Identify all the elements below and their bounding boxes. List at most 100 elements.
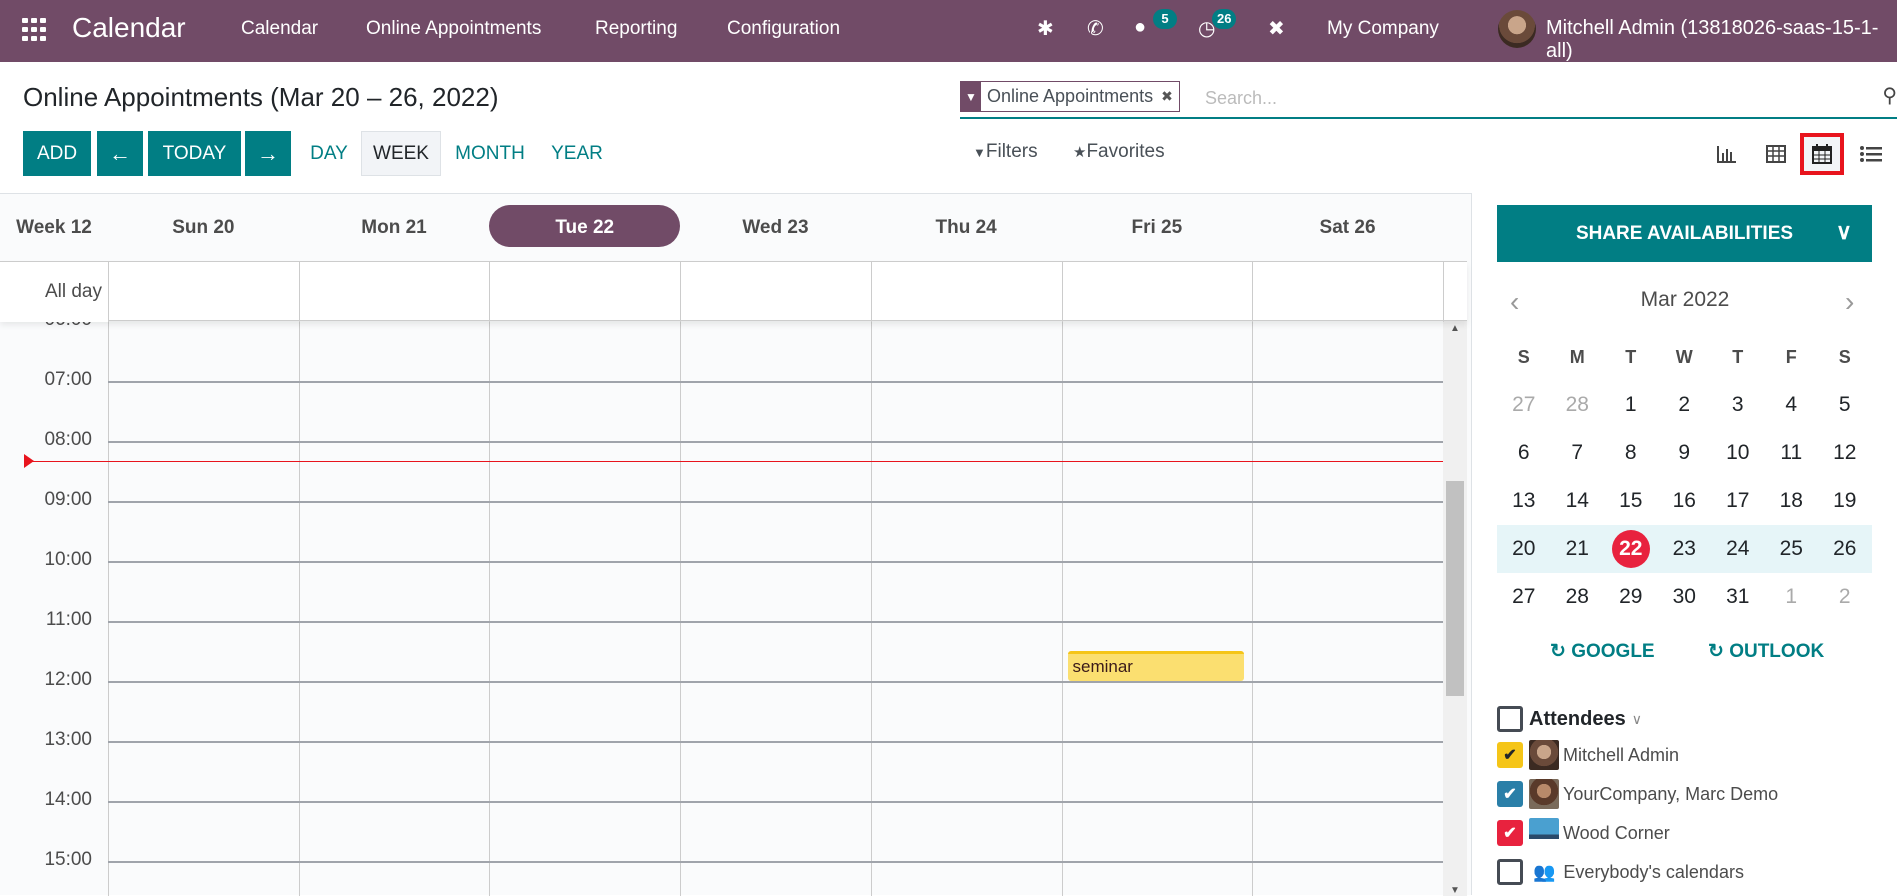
tools-icon[interactable]: ✖ — [1268, 16, 1285, 41]
day-header[interactable]: Sun 20 — [108, 194, 299, 261]
today-button[interactable]: TODAY — [148, 131, 241, 176]
mini-calendar-day[interactable]: 2 — [1818, 585, 1872, 609]
favorites-button[interactable]: ★Favorites — [1073, 141, 1165, 163]
mini-calendar-day[interactable]: 6 — [1497, 441, 1551, 465]
prev-month-icon[interactable]: ‹ — [1510, 286, 1519, 318]
hour-label: 13:00 — [0, 729, 92, 751]
week-row: 272812345 — [1497, 381, 1872, 429]
mini-calendar-day[interactable]: 2 — [1658, 393, 1712, 417]
day-header[interactable]: Mon 21 — [299, 194, 490, 261]
mini-calendar-day[interactable]: 22 — [1604, 530, 1658, 568]
mini-calendar-day[interactable]: 5 — [1818, 393, 1872, 417]
calendar-scrollbar[interactable]: ▲ ▼ — [1443, 321, 1467, 896]
attendee-filter[interactable]: 👥Everybody's calendars — [1497, 854, 1877, 890]
scale-day[interactable]: DAY — [304, 131, 354, 176]
mini-calendar-day[interactable]: 28 — [1551, 393, 1605, 417]
mini-calendar-day[interactable]: 16 — [1658, 489, 1712, 513]
mini-calendar-day[interactable]: 12 — [1818, 441, 1872, 465]
search-icon[interactable]: ⚲ — [1882, 83, 1897, 108]
mini-calendar-day[interactable]: 1 — [1604, 393, 1658, 417]
sync-outlook-button[interactable]: ↻ OUTLOOK — [1708, 640, 1824, 663]
calendar-event[interactable]: seminar — [1068, 651, 1245, 681]
mini-calendar-day[interactable]: 10 — [1711, 441, 1765, 465]
mini-calendar-day[interactable]: 14 — [1551, 489, 1605, 513]
hour-label: 10:00 — [0, 549, 92, 571]
mini-calendar-day[interactable]: 26 — [1818, 537, 1872, 561]
scroll-up-icon[interactable]: ▲ — [1450, 323, 1460, 334]
mini-calendar-day[interactable]: 31 — [1711, 585, 1765, 609]
add-button[interactable]: ADD — [23, 131, 91, 176]
user-avatar[interactable] — [1498, 10, 1536, 48]
view-graph-button[interactable] — [1705, 133, 1749, 175]
mini-calendar-day[interactable]: 8 — [1604, 441, 1658, 465]
mini-calendar-day[interactable]: 3 — [1711, 393, 1765, 417]
company-switcher[interactable]: My Company — [1327, 18, 1439, 40]
scroll-thumb[interactable] — [1446, 481, 1464, 696]
mini-calendar-day[interactable]: 20 — [1497, 537, 1551, 561]
apps-grid-icon[interactable] — [22, 18, 48, 42]
mini-calendar-day[interactable]: 28 — [1551, 585, 1605, 609]
menu-reporting[interactable]: Reporting — [595, 18, 677, 40]
scale-week[interactable]: WEEK — [361, 131, 441, 176]
day-header[interactable]: Fri 25 — [1062, 194, 1253, 261]
menu-online-appointments[interactable]: Online Appointments — [366, 18, 541, 40]
day-header[interactable]: Tue 22 — [489, 194, 680, 261]
attendee-checkbox[interactable]: ✔ — [1497, 742, 1523, 768]
view-list-button[interactable] — [1849, 133, 1893, 175]
filters-button[interactable]: ▼Filters — [973, 141, 1038, 163]
bug-icon[interactable]: ✱ — [1037, 16, 1054, 41]
mini-calendar-day[interactable]: 27 — [1497, 585, 1551, 609]
mini-calendar-day[interactable]: 11 — [1765, 441, 1819, 465]
scale-year[interactable]: YEAR — [545, 131, 609, 176]
mini-calendar-day[interactable]: 30 — [1658, 585, 1712, 609]
share-availabilities-button[interactable]: SHARE AVAILABILITIES ∨ — [1497, 205, 1872, 262]
next-month-icon[interactable]: › — [1845, 286, 1854, 318]
mini-calendar-day[interactable]: 25 — [1765, 537, 1819, 561]
day-header[interactable]: Sat 26 — [1252, 194, 1443, 261]
view-calendar-button[interactable] — [1800, 133, 1844, 175]
remove-facet-icon[interactable]: ✖ — [1161, 88, 1173, 105]
mini-calendar-day[interactable]: 18 — [1765, 489, 1819, 513]
mini-calendar-day[interactable]: 7 — [1551, 441, 1605, 465]
attendee-filter[interactable]: ✔Wood Corner — [1497, 815, 1877, 851]
mini-calendar-day[interactable]: 4 — [1765, 393, 1819, 417]
menu-configuration[interactable]: Configuration — [727, 18, 840, 40]
next-button[interactable]: → — [245, 131, 291, 176]
mini-calendar-day[interactable]: 13 — [1497, 489, 1551, 513]
day-header[interactable]: Thu 24 — [871, 194, 1062, 261]
chevron-down-icon[interactable]: ∨ — [1836, 219, 1852, 245]
mini-calendar-day[interactable]: 1 — [1765, 585, 1819, 609]
view-pivot-button[interactable] — [1754, 133, 1798, 175]
column-divider — [1443, 262, 1444, 322]
user-menu[interactable]: Mitchell Admin (13818026-saas-15-1-all) — [1546, 17, 1897, 63]
sync-google-button[interactable]: ↻ GOOGLE — [1550, 640, 1655, 663]
mini-calendar-day[interactable]: 21 — [1551, 537, 1605, 561]
chat-icon[interactable]: ● — [1134, 16, 1146, 39]
prev-button[interactable]: ← — [97, 131, 143, 176]
filter-icon: ▼ — [961, 82, 981, 111]
attendees-header[interactable]: Attendees ∨ — [1497, 701, 1877, 737]
phone-icon[interactable]: ✆ — [1087, 16, 1104, 41]
day-header[interactable]: Wed 23 — [680, 194, 871, 261]
attendee-filter[interactable]: ✔YourCompany, Marc Demo — [1497, 776, 1877, 812]
menu-calendar[interactable]: Calendar — [241, 18, 318, 40]
attendee-filter[interactable]: ✔Mitchell Admin — [1497, 737, 1877, 773]
time-grid[interactable]: 06:0007:0008:0009:0010:0011:0012:0013:00… — [0, 321, 1443, 896]
chevron-down-icon[interactable]: ∨ — [1632, 711, 1642, 728]
search-input[interactable] — [1205, 83, 1805, 113]
attendees-select-all-checkbox[interactable] — [1497, 706, 1523, 732]
mini-calendar-day[interactable]: 17 — [1711, 489, 1765, 513]
mini-calendar-day[interactable]: 19 — [1818, 489, 1872, 513]
mini-calendar-day[interactable]: 9 — [1658, 441, 1712, 465]
mini-calendar-day[interactable]: 15 — [1604, 489, 1658, 513]
mini-calendar-day[interactable]: 27 — [1497, 393, 1551, 417]
mini-calendar-day[interactable]: 23 — [1658, 537, 1712, 561]
attendee-checkbox[interactable]: ✔ — [1497, 820, 1523, 846]
mini-calendar-day[interactable]: 29 — [1604, 585, 1658, 609]
messages-badge: 5 — [1153, 9, 1177, 29]
scroll-down-icon[interactable]: ▼ — [1450, 885, 1460, 896]
attendee-checkbox[interactable] — [1497, 859, 1523, 885]
scale-month[interactable]: MONTH — [448, 131, 532, 176]
attendee-checkbox[interactable]: ✔ — [1497, 781, 1523, 807]
mini-calendar-day[interactable]: 24 — [1711, 537, 1765, 561]
